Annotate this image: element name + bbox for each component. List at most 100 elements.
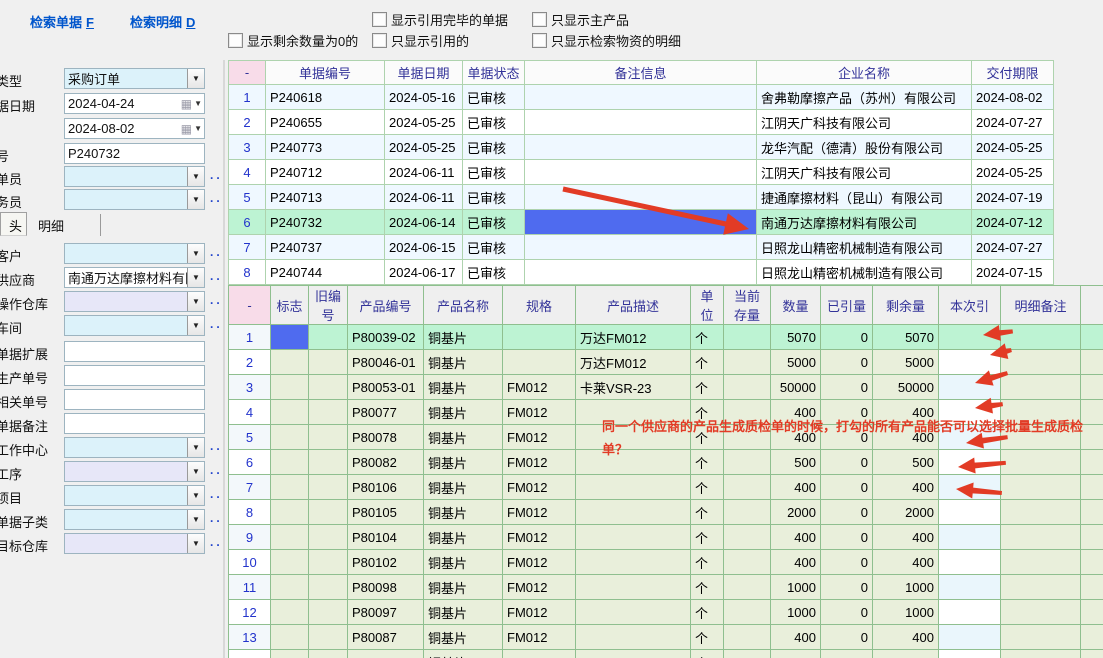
cell[interactable] bbox=[939, 400, 1001, 425]
table-row[interactable]: 2P80046-01铜基片万达FM012个500005000 bbox=[229, 350, 1103, 375]
table-row[interactable]: 13P80087铜基片FM012个4000400 bbox=[229, 625, 1103, 650]
field-project[interactable]: ▼ bbox=[64, 485, 205, 506]
cell[interactable]: 2024-06-14 bbox=[385, 210, 463, 235]
cell[interactable]: 个 bbox=[691, 475, 724, 500]
cell[interactable]: 400 bbox=[873, 475, 939, 500]
cell[interactable]: 个 bbox=[691, 500, 724, 525]
cell[interactable] bbox=[525, 260, 757, 285]
field-doc-subtype[interactable]: ▼ bbox=[64, 509, 205, 530]
table-row[interactable]: 14铜基片个 bbox=[229, 650, 1103, 658]
cell[interactable]: P240618 bbox=[266, 85, 385, 110]
browse-button-salesperson[interactable]: .. bbox=[210, 191, 223, 205]
cell[interactable] bbox=[271, 325, 309, 350]
cell[interactable]: 2024-06-17 bbox=[385, 260, 463, 285]
column-header-已引量[interactable]: 已引量 bbox=[821, 286, 873, 325]
cell[interactable]: 个 bbox=[691, 575, 724, 600]
cell[interactable]: 5000 bbox=[771, 350, 821, 375]
field-doc-date-from[interactable]: 2024-04-24▦▼ bbox=[64, 93, 205, 114]
cell[interactable] bbox=[309, 525, 348, 550]
cell[interactable]: 2024-07-15 bbox=[972, 260, 1054, 285]
cell[interactable]: P80078 bbox=[348, 425, 424, 450]
cell[interactable]: 2024-06-11 bbox=[385, 185, 463, 210]
chevron-down-icon[interactable]: ▼ bbox=[187, 292, 204, 311]
column-header-数量[interactable]: 数量 bbox=[771, 286, 821, 325]
row-number-cell[interactable]: 12 bbox=[229, 600, 271, 625]
field-customer[interactable]: ▼ bbox=[64, 243, 205, 264]
column-header-产品描述[interactable]: 产品描述 bbox=[576, 286, 691, 325]
cell[interactable]: 2024-06-15 bbox=[385, 235, 463, 260]
cell[interactable]: FM012 bbox=[503, 450, 576, 475]
cell[interactable] bbox=[1001, 500, 1081, 525]
column-header-规格[interactable]: 规格 bbox=[503, 286, 576, 325]
cell[interactable]: 铜基片 bbox=[424, 350, 503, 375]
cell[interactable] bbox=[1001, 400, 1081, 425]
cell[interactable]: 0 bbox=[821, 600, 873, 625]
cell[interactable] bbox=[1001, 375, 1081, 400]
cell[interactable]: 400 bbox=[873, 550, 939, 575]
cell[interactable]: 0 bbox=[821, 575, 873, 600]
cell[interactable] bbox=[309, 650, 348, 658]
cell[interactable]: 400 bbox=[771, 400, 821, 425]
cell[interactable]: 铜基片 bbox=[424, 625, 503, 650]
cell[interactable]: 日照龙山精密机械制造有限公司 bbox=[757, 235, 972, 260]
cell[interactable]: 个 bbox=[691, 375, 724, 400]
cell[interactable] bbox=[1001, 625, 1081, 650]
cell[interactable]: 2024-07-27 bbox=[972, 235, 1054, 260]
browse-button-order-clerk[interactable]: .. bbox=[210, 168, 223, 182]
cell[interactable] bbox=[939, 600, 1001, 625]
cell[interactable]: 个 bbox=[691, 325, 724, 350]
cell[interactable]: 万达FM012 bbox=[576, 325, 691, 350]
field-order-clerk[interactable]: ▼ bbox=[64, 166, 205, 187]
cell[interactable]: FM012 bbox=[503, 525, 576, 550]
chevron-down-icon[interactable]: ▼ bbox=[187, 438, 204, 457]
cell[interactable]: 个 bbox=[691, 625, 724, 650]
field-workshop[interactable]: ▼ bbox=[64, 315, 205, 336]
cell[interactable] bbox=[309, 625, 348, 650]
cell[interactable] bbox=[939, 525, 1001, 550]
cell[interactable] bbox=[271, 650, 309, 658]
cell[interactable] bbox=[576, 550, 691, 575]
cell[interactable] bbox=[271, 500, 309, 525]
cell[interactable]: 2024-05-25 bbox=[972, 135, 1054, 160]
table-row[interactable]: 1P2406182024-05-16已审核舍弗勒摩擦产品（苏州）有限公司2024… bbox=[229, 85, 1054, 110]
field-doc-type[interactable]: 采购订单▼ bbox=[64, 68, 205, 89]
field-production-order-no[interactable] bbox=[64, 365, 205, 386]
cell[interactable]: 0 bbox=[821, 325, 873, 350]
cell[interactable] bbox=[525, 160, 757, 185]
cell[interactable]: 已审核 bbox=[463, 85, 525, 110]
cell[interactable] bbox=[724, 325, 771, 350]
cell[interactable]: FM012 bbox=[503, 600, 576, 625]
cell[interactable] bbox=[939, 475, 1001, 500]
cell[interactable] bbox=[1001, 650, 1081, 658]
table-row[interactable]: 6P2407322024-06-14已审核南通万达摩擦材料有限公司2024-07… bbox=[229, 210, 1054, 235]
cell[interactable] bbox=[724, 575, 771, 600]
row-number-cell[interactable]: 4 bbox=[229, 400, 271, 425]
cell[interactable] bbox=[271, 550, 309, 575]
cell[interactable] bbox=[503, 650, 576, 658]
tab-detail[interactable]: 明细 bbox=[38, 212, 64, 235]
cell[interactable] bbox=[576, 575, 691, 600]
row-number-cell[interactable]: 4 bbox=[229, 160, 266, 185]
column-header-产品编号[interactable]: 产品编号 bbox=[348, 286, 424, 325]
cell[interactable] bbox=[939, 625, 1001, 650]
cell[interactable]: 江阴天广科技有限公司 bbox=[757, 160, 972, 185]
cell[interactable]: 0 bbox=[821, 450, 873, 475]
browse-button-workshop[interactable]: .. bbox=[210, 317, 223, 331]
cell[interactable]: 50000 bbox=[771, 375, 821, 400]
cell[interactable] bbox=[503, 350, 576, 375]
cell[interactable]: 0 bbox=[821, 375, 873, 400]
cell[interactable] bbox=[576, 400, 691, 425]
cell[interactable] bbox=[724, 525, 771, 550]
cell[interactable] bbox=[724, 650, 771, 658]
cell[interactable] bbox=[503, 325, 576, 350]
checkbox-show-fully-referenced[interactable] bbox=[372, 12, 387, 27]
panel-splitter[interactable] bbox=[223, 60, 225, 658]
cell[interactable] bbox=[939, 500, 1001, 525]
cell[interactable] bbox=[309, 500, 348, 525]
field-doc-number[interactable]: P240732 bbox=[64, 143, 205, 164]
cell[interactable]: 铜基片 bbox=[424, 575, 503, 600]
cell[interactable]: 1000 bbox=[771, 575, 821, 600]
cell[interactable] bbox=[525, 235, 757, 260]
cell[interactable]: 已审核 bbox=[463, 110, 525, 135]
cell[interactable] bbox=[939, 350, 1001, 375]
